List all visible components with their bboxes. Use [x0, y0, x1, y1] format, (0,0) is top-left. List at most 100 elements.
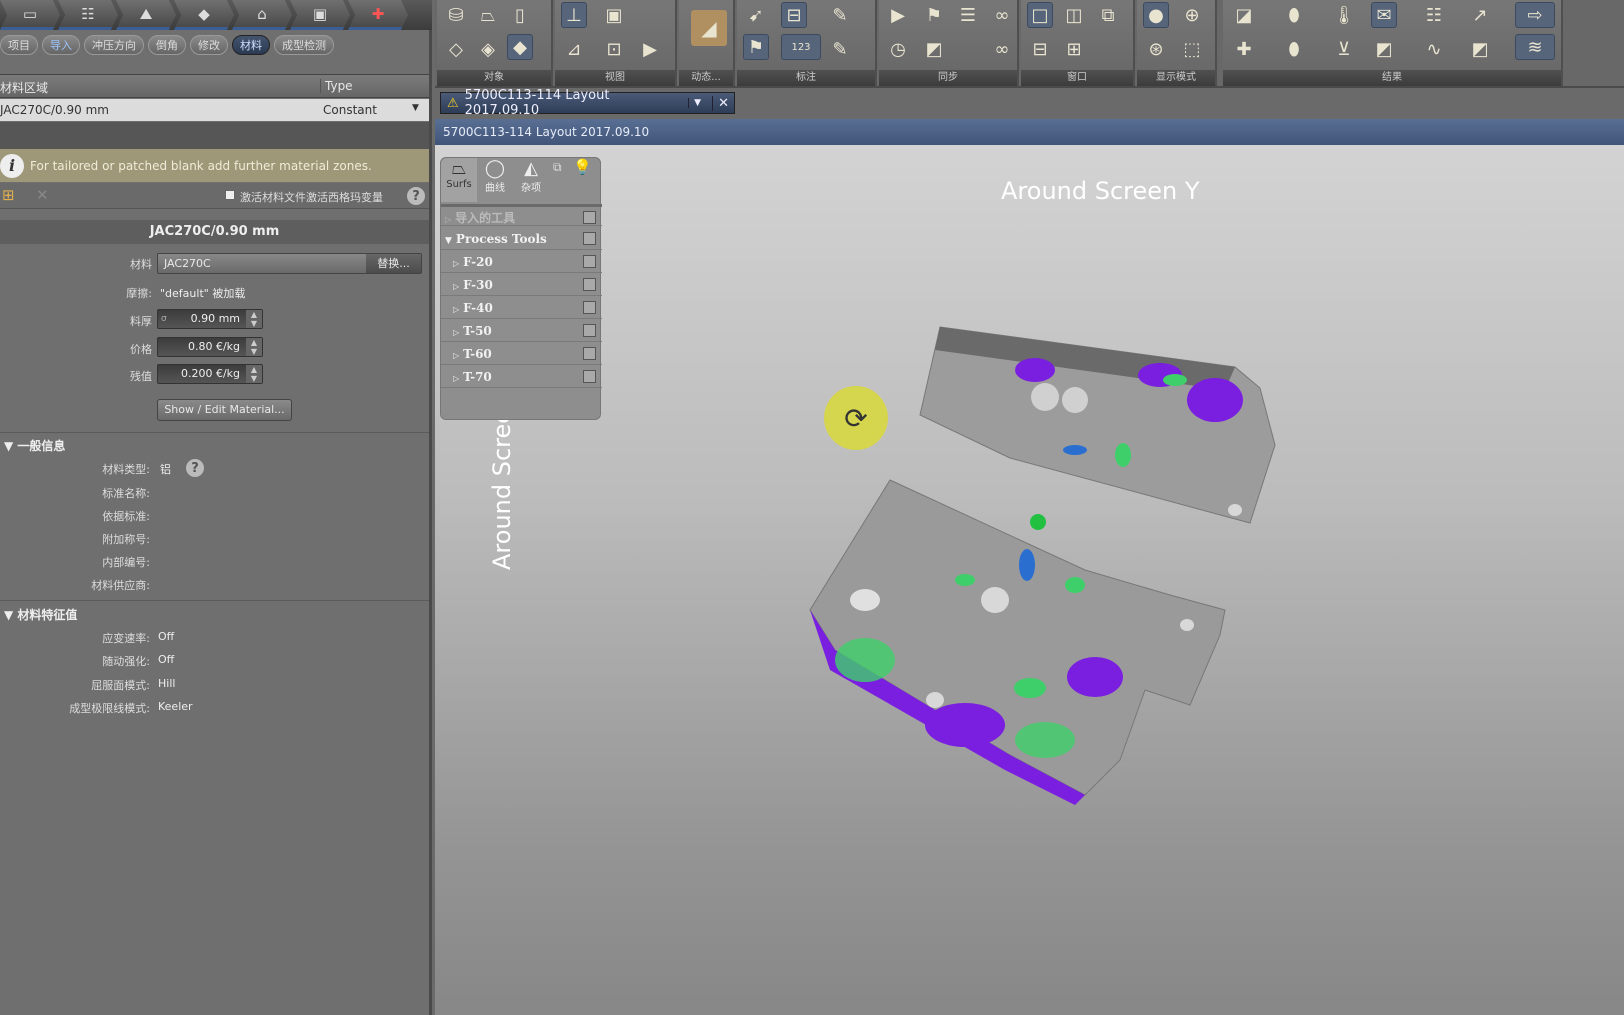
- tree-item[interactable]: ▷ F-20: [441, 251, 602, 273]
- vector-icon[interactable]: ↗: [1467, 2, 1493, 28]
- stepper-arrows-icon[interactable]: ▲ ▼: [246, 310, 262, 328]
- tree-item-imported[interactable]: ▷ 导入的工具: [441, 204, 602, 226]
- tab-misc[interactable]: ◭ 杂项: [513, 158, 549, 202]
- tab-material[interactable]: 材料: [232, 35, 270, 55]
- object-sheet-icon[interactable]: ▯: [507, 2, 533, 28]
- export-icon[interactable]: ⇨: [1515, 2, 1555, 28]
- price-stepper[interactable]: 0.80 €/kg ▲ ▼: [157, 337, 263, 357]
- help-icon[interactable]: ?: [186, 459, 204, 477]
- section-cut-icon[interactable]: ✚: [1231, 36, 1257, 62]
- help-icon[interactable]: ?: [407, 187, 425, 205]
- window-hsplit-icon[interactable]: ⊟: [1027, 36, 1053, 62]
- window-cascade-icon[interactable]: ⧉: [1095, 2, 1121, 28]
- material-field[interactable]: JAC270C 替换...: [157, 253, 422, 274]
- bbox-icon[interactable]: ⬚: [1179, 36, 1205, 62]
- ruler-icon[interactable]: ⊟: [781, 2, 807, 28]
- link-icon[interactable]: ∞: [989, 36, 1015, 62]
- tree-item[interactable]: ▷ T-60: [441, 343, 602, 365]
- visibility-checkbox[interactable]: [583, 347, 596, 360]
- tab-formability-check[interactable]: 成型检测: [274, 35, 334, 55]
- tab-dropdown-icon[interactable]: ▼: [688, 98, 706, 108]
- stamp-icon[interactable]: ⊻: [1331, 36, 1357, 62]
- pick-cursor-icon[interactable]: ➹: [743, 2, 769, 28]
- workflow-step-die[interactable]: ⛰: [116, 0, 176, 30]
- tab-fillet[interactable]: 倒角: [148, 35, 186, 55]
- material-props-header[interactable]: ▼ 材料特征值: [4, 606, 429, 623]
- visibility-checkbox[interactable]: [583, 278, 596, 291]
- general-info-header[interactable]: ▼ 一般信息: [4, 437, 429, 454]
- thermometer-icon[interactable]: 🌡: [1331, 2, 1357, 28]
- table-row[interactable]: JAC270C/0.90 mm Constant ▼: [0, 99, 429, 121]
- link-icon[interactable]: ∞: [989, 2, 1015, 28]
- layers-icon[interactable]: ≋: [1515, 34, 1555, 60]
- label-pin-icon[interactable]: ⚑: [921, 2, 947, 28]
- workflow-step-structure[interactable]: ☷: [58, 0, 118, 30]
- wire-sphere-icon[interactable]: ⊕: [1179, 2, 1205, 28]
- wave-icon[interactable]: ∿: [1421, 36, 1447, 62]
- lightbulb-icon[interactable]: 💡: [573, 158, 592, 176]
- result-ellipse-icon[interactable]: ⬮: [1281, 2, 1307, 28]
- object-cup-icon[interactable]: ⛁: [443, 2, 469, 28]
- wand-icon[interactable]: ✎: [827, 36, 853, 62]
- thickness-stepper[interactable]: σ 0.90 mm ▲ ▼: [157, 309, 263, 329]
- object-die-icon[interactable]: ⏢: [475, 2, 501, 28]
- shaded-sphere-icon[interactable]: ●: [1143, 2, 1169, 28]
- delete-zone-icon[interactable]: ✕: [36, 186, 49, 204]
- table-icon[interactable]: ☷: [1421, 2, 1447, 28]
- tab-project[interactable]: 项目: [0, 35, 38, 55]
- show-edit-material-button[interactable]: Show / Edit Material...: [157, 399, 292, 421]
- part-model[interactable]: ⟳: [435, 145, 1624, 1015]
- label-icon[interactable]: ⚑: [743, 34, 769, 60]
- color-map-icon[interactable]: ◩: [1467, 36, 1493, 62]
- sigma-toggle[interactable]: σ: [161, 310, 167, 328]
- flc-icon[interactable]: ✉: [1371, 2, 1397, 28]
- chevron-down-icon[interactable]: ▼: [412, 103, 419, 113]
- value-label-icon[interactable]: 123: [781, 34, 821, 60]
- replace-button[interactable]: 替换...: [366, 254, 421, 273]
- view-fit-icon[interactable]: ⊡: [601, 36, 627, 62]
- workflow-step-check[interactable]: ✚: [348, 0, 408, 30]
- activate-checkbox[interactable]: [225, 190, 235, 200]
- list-icon[interactable]: ☰: [955, 2, 981, 28]
- collapse-triangle-icon[interactable]: ▼: [4, 439, 17, 453]
- object-binder-icon[interactable]: ◈: [475, 36, 501, 62]
- result-surface-icon[interactable]: ◪: [1231, 2, 1257, 28]
- tree-item[interactable]: ▷ F-40: [441, 297, 602, 319]
- view-cube-icon[interactable]: ▣: [601, 2, 627, 28]
- tab-stamping-direction[interactable]: 冲压方向: [84, 35, 144, 55]
- type-dropdown[interactable]: Constant: [323, 103, 377, 117]
- workflow-step-start[interactable]: ▭: [0, 0, 60, 30]
- camera-icon[interactable]: ▶: [637, 36, 663, 62]
- object-blank-icon[interactable]: ◇: [443, 36, 469, 62]
- wand-icon[interactable]: ✎: [827, 2, 853, 28]
- document-tab[interactable]: ⚠ 5700C113-114 Layout 2017.09.10 ▼ ✕: [440, 88, 735, 118]
- scrap-stepper[interactable]: 0.200 €/kg ▲ ▼: [157, 364, 263, 384]
- clock-icon[interactable]: ◷: [885, 36, 911, 62]
- tab-modify[interactable]: 修改: [190, 35, 228, 55]
- result-ellipse-icon[interactable]: ⬮: [1281, 36, 1307, 62]
- view-section-icon[interactable]: ⊿: [561, 36, 587, 62]
- contour-icon[interactable]: ◩: [1371, 36, 1397, 62]
- collapse-triangle-icon[interactable]: ▼: [4, 608, 17, 622]
- mesh-sphere-icon[interactable]: ⊛: [1143, 36, 1169, 62]
- window-single-icon[interactable]: □: [1027, 2, 1053, 28]
- tree-item-process-tools[interactable]: ▼ Process Tools: [441, 228, 602, 250]
- workflow-step-code[interactable]: ▣: [290, 0, 350, 30]
- tree-item[interactable]: ▷ T-50: [441, 320, 602, 342]
- surface-icon[interactable]: ◩: [921, 36, 947, 62]
- stepper-arrows-icon[interactable]: ▲ ▼: [246, 338, 262, 356]
- window-split-icon[interactable]: ◫: [1061, 2, 1087, 28]
- object-part-icon[interactable]: ◆: [507, 34, 533, 60]
- visibility-checkbox[interactable]: [583, 232, 596, 245]
- stepper-arrows-icon[interactable]: ▲ ▼: [246, 365, 262, 383]
- tree-item[interactable]: ▷ F-30: [441, 274, 602, 296]
- visibility-checkbox[interactable]: [583, 301, 596, 314]
- visibility-checkbox[interactable]: [583, 211, 596, 224]
- tab-curves[interactable]: ◯ 曲线: [477, 158, 513, 202]
- 3d-viewport[interactable]: ⟳ Around Screen Y Around Screen Z: [435, 145, 1624, 1015]
- tab-surfs[interactable]: ⏢ Surfs: [441, 158, 477, 202]
- visibility-checkbox[interactable]: [583, 370, 596, 383]
- visibility-checkbox[interactable]: [583, 324, 596, 337]
- pin-window-icon[interactable]: ⧉: [553, 160, 562, 175]
- window-quad-icon[interactable]: ⊞: [1061, 36, 1087, 62]
